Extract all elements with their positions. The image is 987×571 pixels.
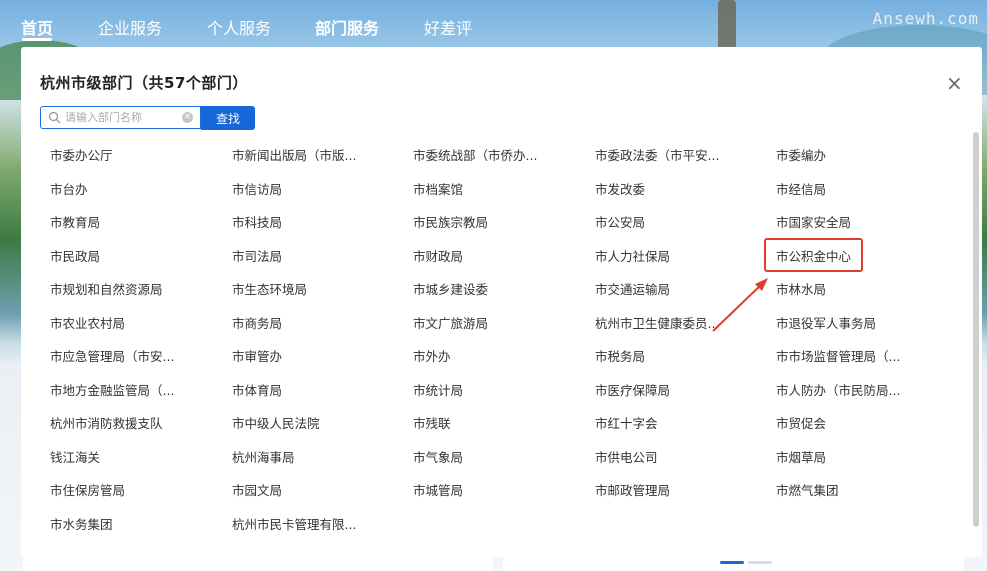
department-item[interactable]: 市中级人民法院 <box>232 416 320 432</box>
nav-item-personal[interactable]: 个人服务 <box>207 15 271 39</box>
nav-item-home[interactable]: 首页 <box>21 15 53 39</box>
department-item[interactable]: 杭州市消防救援支队 <box>50 416 163 432</box>
department-item[interactable]: 市经信局 <box>776 182 826 198</box>
carousel-dot[interactable] <box>748 561 772 564</box>
department-item[interactable]: 市应急管理局（市安... <box>50 349 174 365</box>
department-item[interactable]: 市审管办 <box>232 349 282 365</box>
department-item[interactable]: 杭州市卫生健康委员... <box>595 316 719 332</box>
department-item[interactable]: 市民族宗教局 <box>413 215 488 231</box>
department-item[interactable]: 市外办 <box>413 349 451 365</box>
department-item[interactable]: 市税务局 <box>595 349 645 365</box>
department-item[interactable]: 市委编办 <box>776 148 826 164</box>
department-modal: 杭州市级部门（共57个部门） × × 查找 市委办公厅市台办市教育局市民政局市规… <box>21 47 982 557</box>
department-item[interactable]: 市退役军人事务局 <box>776 316 876 332</box>
department-item[interactable]: 市地方金融监管局（... <box>50 383 174 399</box>
department-item[interactable]: 市科技局 <box>232 215 282 231</box>
search-field[interactable]: × <box>40 106 201 129</box>
department-item[interactable]: 市气象局 <box>413 450 463 466</box>
search-button[interactable]: 查找 <box>201 106 255 130</box>
search-input[interactable] <box>65 109 177 126</box>
department-item[interactable]: 市生态环境局 <box>232 282 307 298</box>
department-item[interactable]: 市交通运输局 <box>595 282 670 298</box>
department-item[interactable]: 市园文局 <box>232 483 282 499</box>
department-item[interactable]: 市住保房管局 <box>50 483 125 499</box>
department-item[interactable]: 市邮政管理局 <box>595 483 670 499</box>
modal-scrollbar[interactable] <box>973 132 979 527</box>
department-item[interactable]: 市市场监督管理局（... <box>776 349 900 365</box>
department-item[interactable]: 市台办 <box>50 182 88 198</box>
department-item[interactable]: 市城乡建设委 <box>413 282 488 298</box>
department-item[interactable]: 市城管局 <box>413 483 463 499</box>
department-item[interactable]: 市委办公厅 <box>50 148 113 164</box>
department-item[interactable]: 市水务集团 <box>50 517 113 533</box>
department-item[interactable]: 市委统战部（市侨办... <box>413 148 537 164</box>
department-item[interactable]: 市档案馆 <box>413 182 463 198</box>
department-item[interactable]: 杭州海事局 <box>232 450 295 466</box>
department-item[interactable]: 市残联 <box>413 416 451 432</box>
department-item[interactable]: 市燃气集团 <box>776 483 839 499</box>
clear-icon[interactable]: × <box>182 112 193 123</box>
highlight-annotation-box <box>764 238 863 272</box>
nav-item-review[interactable]: 好差评 <box>424 15 472 39</box>
department-item[interactable]: 市林水局 <box>776 282 826 298</box>
department-item[interactable]: 市规划和自然资源局 <box>50 282 163 298</box>
watermark: Ansewh.com <box>872 9 979 28</box>
carousel-dot-active[interactable] <box>720 561 744 564</box>
search-icon <box>48 111 61 124</box>
department-item[interactable]: 市贸促会 <box>776 416 826 432</box>
department-item[interactable]: 市国家安全局 <box>776 215 851 231</box>
close-icon[interactable]: × <box>946 73 963 93</box>
department-item[interactable]: 市委政法委（市平安... <box>595 148 719 164</box>
department-item[interactable]: 市统计局 <box>413 383 463 399</box>
department-item[interactable]: 市发改委 <box>595 182 645 198</box>
department-item[interactable]: 市医疗保障局 <box>595 383 670 399</box>
department-item[interactable]: 市人防办（市民防局... <box>776 383 900 399</box>
nav-item-enterprise[interactable]: 企业服务 <box>98 15 162 39</box>
department-item[interactable]: 市信访局 <box>232 182 282 198</box>
department-item[interactable]: 市体育局 <box>232 383 282 399</box>
department-item[interactable]: 市新闻出版局（市版... <box>232 148 356 164</box>
department-item[interactable]: 市教育局 <box>50 215 100 231</box>
department-item[interactable]: 市烟草局 <box>776 450 826 466</box>
department-item[interactable]: 市司法局 <box>232 249 282 265</box>
department-item[interactable]: 市民政局 <box>50 249 100 265</box>
department-item[interactable]: 市公安局 <box>595 215 645 231</box>
department-item[interactable]: 杭州市民卡管理有限... <box>232 517 356 533</box>
department-item[interactable]: 市商务局 <box>232 316 282 332</box>
department-item[interactable]: 市文广旅游局 <box>413 316 488 332</box>
annotation-arrow <box>712 278 768 332</box>
department-item[interactable]: 市农业农村局 <box>50 316 125 332</box>
department-item[interactable]: 市财政局 <box>413 249 463 265</box>
nav-active-indicator <box>22 38 52 41</box>
modal-title: 杭州市级部门（共57个部门） <box>40 74 248 92</box>
department-item[interactable]: 市供电公司 <box>595 450 658 466</box>
department-item[interactable]: 钱江海关 <box>50 450 100 466</box>
department-item[interactable]: 市人力社保局 <box>595 249 670 265</box>
top-nav: 首页 企业服务 个人服务 部门服务 好差评 Ansewh.com <box>0 0 987 52</box>
department-item[interactable]: 市红十字会 <box>595 416 658 432</box>
nav-item-department[interactable]: 部门服务 <box>315 15 379 39</box>
